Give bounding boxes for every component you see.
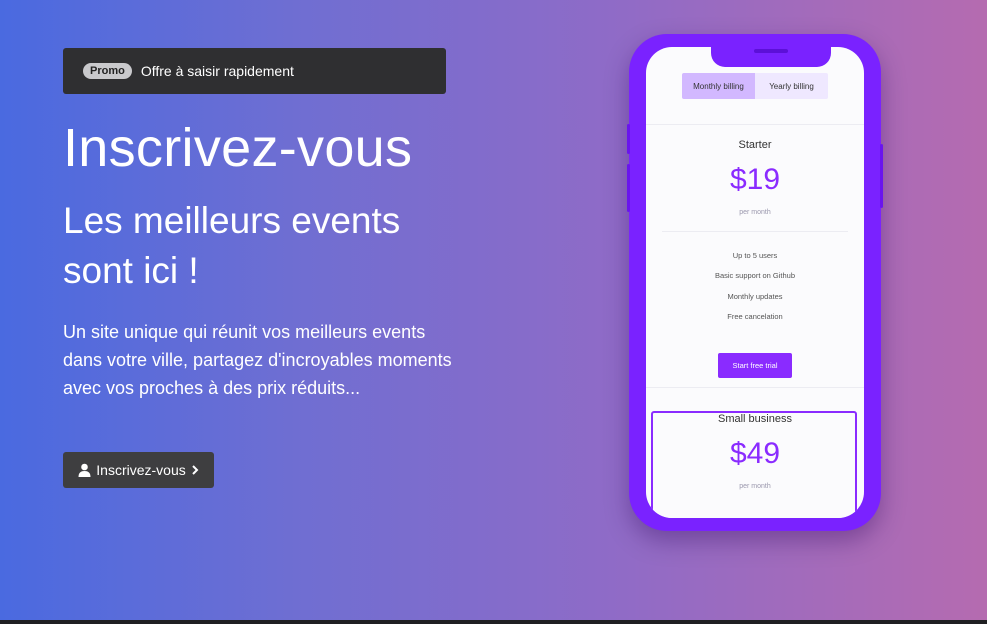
start-trial-button[interactable]: Start free trial: [718, 353, 792, 378]
signup-button[interactable]: Inscrivez-vous: [63, 452, 214, 488]
hero-description: Un site unique qui réunit vos meilleurs …: [63, 322, 452, 398]
promo-banner[interactable]: Promo Offre à saisir rapidement: [63, 48, 446, 94]
plan-feature: Free cancelation: [727, 312, 783, 321]
plan-feature: Up to 5 users: [732, 251, 778, 260]
plan-feature: Basic support on Github: [714, 271, 796, 280]
plan-period: per month: [739, 209, 771, 216]
bottom-edge: [0, 620, 987, 624]
signup-button-label: Inscrivez-vous: [96, 462, 186, 478]
hero-subtitle: Les meilleurs events sont ici !: [63, 200, 401, 291]
plan-name: Starter: [738, 139, 772, 151]
plan-price: $19: [729, 163, 781, 196]
plan-period: per month: [739, 483, 771, 490]
billing-toggle[interactable]: Monthly billing Yearly billing: [682, 73, 828, 99]
plan-feature: Monthly updates: [727, 292, 783, 301]
divider: [662, 231, 848, 232]
promo-badge: Promo: [83, 63, 132, 79]
phone-power-button: [880, 144, 883, 208]
phone-volume-button: [627, 124, 630, 154]
yearly-billing-option[interactable]: Yearly billing: [755, 73, 828, 99]
plan-price: $49: [729, 437, 781, 470]
user-icon: [78, 463, 91, 477]
phone-speaker: [754, 49, 788, 53]
plan-name: Small business: [718, 413, 792, 425]
chevron-right-icon: [191, 465, 199, 475]
phone-notch: [711, 47, 831, 67]
promo-text: Offre à saisir rapidement: [140, 63, 294, 79]
phone-screen: Monthly billing Yearly billing Starter $…: [646, 47, 864, 518]
page-title: Inscrivez-vous: [63, 118, 413, 178]
monthly-billing-option[interactable]: Monthly billing: [682, 73, 755, 99]
divider: [646, 387, 864, 388]
phone-mockup: Monthly billing Yearly billing Starter $…: [627, 34, 883, 531]
divider: [646, 124, 864, 125]
hero-section: Promo Offre à saisir rapidement Inscrive…: [0, 0, 987, 620]
phone-volume-button: [627, 164, 630, 212]
